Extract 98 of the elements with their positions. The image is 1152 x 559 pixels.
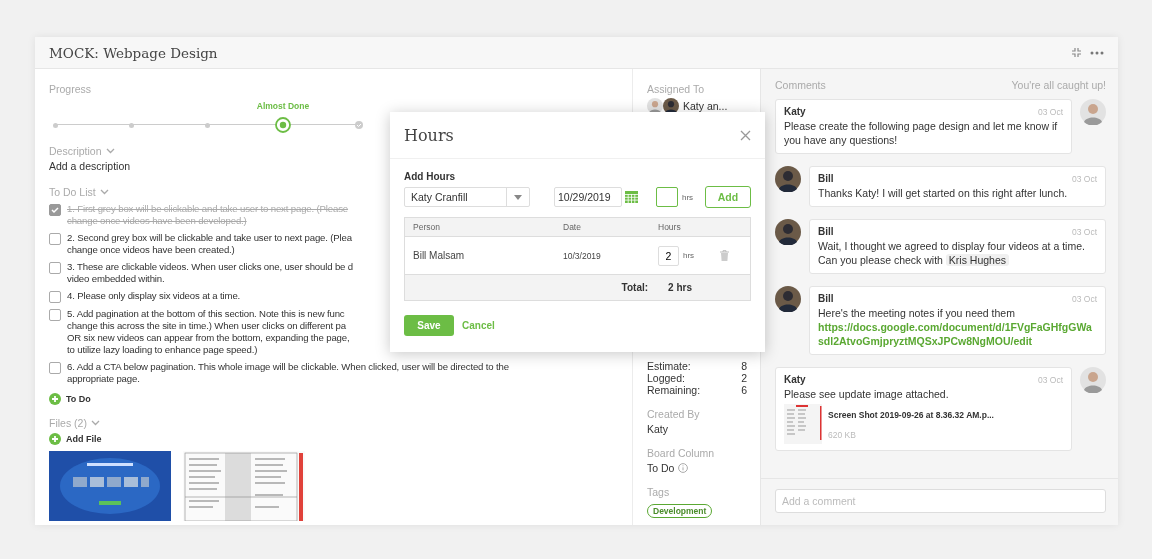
field-label: Estimate: <box>647 360 691 372</box>
section-label: Progress <box>49 83 92 95</box>
column-header: Person <box>412 222 441 232</box>
field-value: 2 <box>741 372 747 384</box>
collapse-icon[interactable] <box>1071 47 1082 58</box>
checkbox[interactable] <box>49 291 61 303</box>
avatar <box>775 166 801 192</box>
trash-icon[interactable] <box>720 250 729 261</box>
section-label: Description <box>49 145 102 157</box>
avatar <box>775 219 801 245</box>
checkbox[interactable] <box>49 204 61 216</box>
table-cell-text: 10/3/2019 <box>562 250 602 261</box>
comment-text: Wait, I thought we agreed to display four videos at a time. Can you please check with Kris Hughes <box>818 239 1086 267</box>
comment-date: 03 Oct <box>1071 173 1097 186</box>
attachment-name[interactable]: Screen Shot 2019-09-26 at 8.36.32 AM.p... <box>828 408 994 422</box>
comment-text: Please see update image attached. <box>784 387 950 401</box>
step-dot[interactable] <box>204 123 210 128</box>
todo-text: change once videos have been created.) <box>67 244 236 256</box>
todo-text: 5. Add pagination at the bottom of this section. Note this is new func <box>67 308 346 320</box>
column-header: Date <box>562 222 582 232</box>
unit-label: hrs <box>683 251 695 260</box>
more-icon[interactable] <box>1090 50 1104 55</box>
total-label: Total: <box>621 282 649 293</box>
person-select[interactable]: Katy Cranfill <box>404 187 530 207</box>
dialog-title: Hours <box>404 125 454 145</box>
comment-author: Katy <box>784 373 806 387</box>
todo-text: 2. Second grey box will be clickable and take user to next page. (Plea <box>67 232 352 244</box>
chevron-icon[interactable] <box>90 420 100 426</box>
comment-field[interactable]: Add a comment <box>775 489 1106 513</box>
mention-link[interactable]: Kris Hughes <box>945 254 1010 266</box>
table-cell-text: Bill Malsam <box>412 250 466 261</box>
field-label: Created By <box>647 408 701 420</box>
field-label: Remaining: <box>647 384 701 396</box>
caret-icon[interactable] <box>514 194 522 200</box>
field-label: Logged: <box>647 372 685 384</box>
avatar <box>775 286 801 312</box>
comment-date: 03 Oct <box>1071 226 1097 239</box>
attachment-size: 620 KB <box>828 429 857 442</box>
section-label: Files (2) <box>49 417 87 429</box>
comment-date: 03 Oct <box>1071 293 1097 306</box>
hours-field[interactable]: 2 <box>658 245 679 266</box>
chevron-icon[interactable] <box>105 148 115 154</box>
date-field[interactable]: 10/29/2019 <box>554 187 622 207</box>
comment-author: Bill <box>818 292 834 306</box>
comment-author: Bill <box>818 225 834 239</box>
field-value: 8 <box>741 360 747 372</box>
todo-text: 6. Add a CTA below pagination. This whole image will be clickable. When clicked, user will be directed to the <box>67 361 509 373</box>
check-icon[interactable] <box>355 121 363 129</box>
step-dot[interactable] <box>52 123 58 128</box>
window-title: MOCK: Webpage Design <box>49 44 219 61</box>
total-value: 2 hrs <box>668 282 692 293</box>
comment-text: Thanks Katy! I will get started on this right after lunch. <box>818 186 1069 200</box>
todo-text: 3. These are clickable videos. When user clicks one, user should be d <box>67 261 353 273</box>
info-icon[interactable] <box>678 463 689 473</box>
add-todo-link[interactable]: To Do <box>66 394 91 404</box>
field-value[interactable]: To Do <box>647 462 675 474</box>
checkbox[interactable] <box>49 362 61 374</box>
assignee-name[interactable]: Katy an... <box>683 100 728 112</box>
section-heading: Add Hours <box>404 171 457 182</box>
unit-label: hrs <box>682 192 694 202</box>
step-dot[interactable] <box>128 123 134 128</box>
comment-author: Katy <box>784 105 806 119</box>
field-value: Katy <box>647 423 669 435</box>
column-header: Hours <box>657 222 682 232</box>
todo-text: appropriate page. <box>67 373 141 385</box>
todo-text: change once videos have been developed.) <box>67 215 248 227</box>
section-label: To Do List <box>49 186 96 198</box>
avatar <box>1080 99 1106 125</box>
add-file-link[interactable]: Add File <box>66 434 102 444</box>
todo-text: change this across the site in time.) When user clicks on different pa <box>67 320 347 332</box>
field-label: Board Column <box>647 447 716 459</box>
field-label: Assigned To <box>647 83 705 95</box>
step-dot[interactable] <box>275 117 291 133</box>
close-icon[interactable] <box>740 129 751 141</box>
comment-date: 03 Oct <box>1037 374 1063 387</box>
step-label: Almost Done <box>256 101 310 113</box>
avatar <box>1080 367 1106 393</box>
hours-field[interactable] <box>656 187 678 207</box>
comment-text: Here's the meeting notes if you need them <box>818 306 1016 320</box>
todo-text: 4. Please only display six videos at a time. <box>67 290 241 302</box>
chevron-icon[interactable] <box>99 189 109 195</box>
add-icon <box>49 433 61 445</box>
todo-text: OR six new videos can appear from the bottom, expanding the page, <box>67 332 350 344</box>
checkbox[interactable] <box>49 262 61 274</box>
todo-text: to utilize lazy loading to enhance page speed.) <box>67 344 259 356</box>
field-label: Tags <box>647 486 671 498</box>
calendar-icon[interactable] <box>625 191 638 203</box>
todo-text: 1. First grey box will be clickable and take user to next page. (Please <box>67 203 349 215</box>
checkbox[interactable] <box>49 309 61 321</box>
field-value: 6 <box>741 384 747 396</box>
todo-text: video embedded within. <box>67 273 166 285</box>
comment-date: 03 Oct <box>1037 106 1063 119</box>
add-icon <box>49 393 61 405</box>
comment-text: Please create the following page design and let me know if you have any questions! <box>784 119 1059 147</box>
comments-title: Comments <box>775 79 826 91</box>
status-text: You're all caught up! <box>1011 79 1106 91</box>
checkbox[interactable] <box>49 233 61 245</box>
comment-author: Bill <box>818 172 834 186</box>
